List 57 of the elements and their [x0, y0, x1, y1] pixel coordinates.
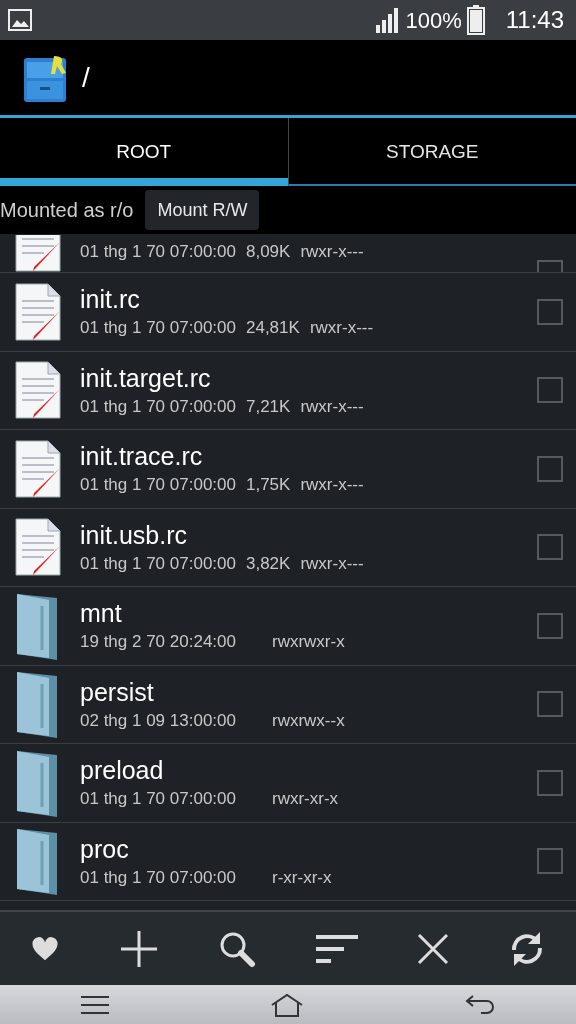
file-name: mnt [80, 598, 123, 629]
back-icon[interactable] [465, 993, 495, 1016]
battery-icon [465, 5, 486, 35]
tab[interactable]: STORAGE [287, 118, 576, 186]
file-size: 8,09K [246, 240, 291, 263]
file-permissions: rwxr-x--- [309, 317, 374, 339]
document-icon [14, 361, 62, 420]
document-icon [14, 439, 62, 498]
file-size: 7,21K [246, 395, 291, 418]
file-name: proc [80, 833, 130, 865]
plus-icon[interactable] [119, 928, 159, 969]
file-name: init.trace.rc [80, 441, 204, 472]
file-date: 02 thg 1 09 13:00:00 [80, 709, 236, 732]
file-size: 1,75K [246, 474, 291, 496]
file-permissions: rwxr-x--- [300, 395, 364, 418]
checkbox[interactable] [537, 612, 563, 639]
mount-status: Mounted as r/o [0, 198, 134, 223]
file-date: 19 thg 2 70 20:24:00 [80, 631, 236, 653]
home-icon[interactable] [271, 992, 303, 1017]
file-size: 24,81K [246, 317, 300, 339]
document-icon [14, 518, 62, 577]
file-name: init.usb.rc [80, 519, 188, 551]
picture-icon [8, 9, 32, 31]
file-name: persist [80, 676, 155, 708]
file-date: 01 thg 1 70 07:00:00 [80, 240, 236, 263]
close-icon[interactable] [416, 932, 449, 965]
checkbox[interactable] [537, 377, 563, 404]
checkbox[interactable] [537, 691, 563, 718]
file-permissions: r-xr-xr-x [272, 866, 332, 889]
file-permissions: rwxr-x--- [300, 474, 364, 496]
file-name: preload [80, 755, 165, 786]
checkbox[interactable] [537, 455, 563, 482]
document-icon [14, 282, 62, 341]
clock: 11:43 [505, 5, 564, 35]
file-date: 01 thg 1 70 07:00:00 [80, 474, 236, 496]
checkbox[interactable] [537, 298, 563, 325]
file-date: 01 thg 1 70 07:00:00 [80, 866, 236, 889]
file-permissions: rwxrwx--x [272, 709, 345, 732]
file-size: 3,82K [246, 552, 291, 575]
file-permissions: rwxr-x--- [300, 552, 364, 575]
checkbox[interactable] [537, 848, 563, 875]
file-permissions: rwxrwxr-x [272, 631, 345, 653]
battery-percent: 100% [405, 6, 462, 35]
checkbox[interactable] [537, 769, 563, 796]
mount-button[interactable]: Mount R/W [145, 190, 260, 230]
path-title: / [82, 60, 90, 95]
file-name: init.target.rc [80, 362, 212, 394]
file-permissions: rwxr-x--- [300, 240, 364, 263]
file-date: 01 thg 1 70 07:00:00 [80, 788, 236, 810]
sort-icon[interactable] [315, 934, 358, 963]
file-date: 01 thg 1 70 07:00:00 [80, 395, 236, 418]
file-date: 01 thg 1 70 07:00:00 [80, 317, 236, 339]
file-name: init.rc [80, 284, 141, 315]
menu-icon[interactable] [81, 994, 109, 1015]
file-date: 01 thg 1 70 07:00:00 [80, 552, 236, 575]
file-permissions: rwxr-xr-x [272, 788, 339, 810]
checkbox[interactable] [537, 534, 563, 561]
